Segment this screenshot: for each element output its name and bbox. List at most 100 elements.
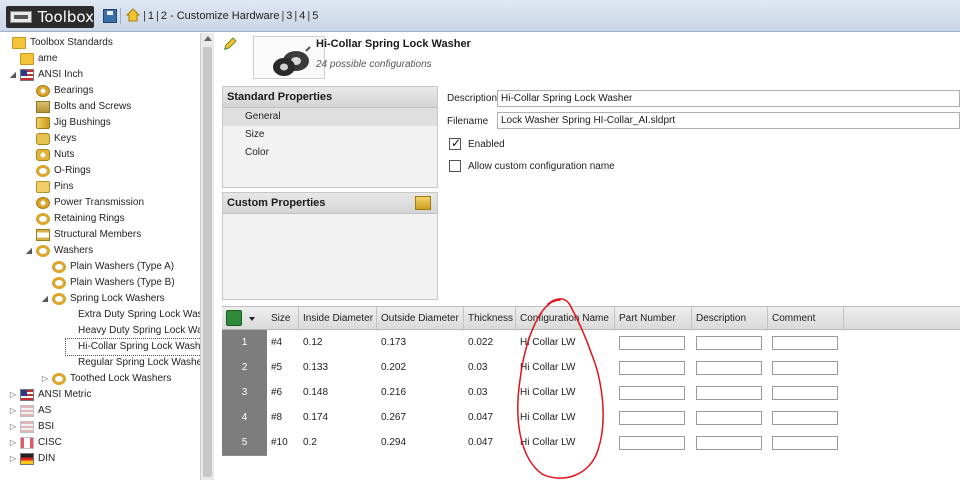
grid-menu-dropdown-icon[interactable] (249, 317, 255, 321)
row-number[interactable]: 2 (222, 355, 267, 381)
tree-item-hi-collar-spring-lock-washer[interactable]: Hi-Collar Spring Lock Washer (64, 338, 211, 356)
tree-item-ame[interactable]: ame (8, 51, 57, 67)
row-number[interactable]: 1 (222, 330, 267, 356)
tree-item-as[interactable]: ▷ AS (8, 403, 51, 419)
tree-item-din[interactable]: ▷ DIN (8, 451, 55, 467)
col-comment[interactable]: Comment (768, 307, 844, 331)
flag-us-icon (20, 69, 34, 81)
tree-item-bsi[interactable]: ▷ BSI (8, 419, 54, 435)
tree-item-structural-members[interactable]: Structural Members (24, 227, 141, 243)
flag-de-icon (20, 453, 34, 465)
tree-item-pins[interactable]: Pins (24, 179, 73, 195)
cell-size: #10 (271, 437, 288, 448)
tree-item-ansi-inch[interactable]: ◢ ANSI Inch (8, 67, 83, 83)
tree-item-toolbox-standards[interactable]: Toolbox Standards (0, 35, 113, 51)
comment-input[interactable] (772, 386, 838, 400)
tree-item-washers[interactable]: ◢ Washers (24, 243, 93, 259)
description-input[interactable] (696, 361, 762, 375)
table-row[interactable]: 4 #8 0.174 0.267 0.047 Hi Collar LW (222, 405, 960, 431)
part-number-input[interactable] (619, 386, 685, 400)
tree-item-keys[interactable]: Keys (24, 131, 76, 147)
comment-input[interactable] (772, 336, 838, 350)
description-input[interactable] (696, 436, 762, 450)
comment-input[interactable] (772, 411, 838, 425)
tree-item-retaining-rings[interactable]: Retaining Rings (24, 211, 125, 227)
excel-export-icon[interactable] (226, 310, 242, 326)
tree-item-spring-lock-washers[interactable]: ◢ Spring Lock Washers (40, 291, 165, 307)
scroll-up-icon[interactable] (204, 36, 212, 41)
col-outside-diameter[interactable]: Outside Diameter (377, 307, 464, 331)
table-row[interactable]: 1 #4 0.12 0.173 0.022 Hi Collar LW (222, 330, 960, 356)
property-size[interactable]: Size (223, 126, 437, 144)
step-2[interactable]: 2 - Customize Hardware (160, 10, 281, 22)
col-part-number[interactable]: Part Number (615, 307, 692, 331)
description-input[interactable] (696, 386, 762, 400)
tree-item-regular-spring-lock-washer[interactable]: Regular Spring Lock Washer (66, 355, 205, 371)
tree-item-plain-washers-type-b[interactable]: Plain Washers (Type B) (40, 275, 175, 291)
tree-item-o-rings[interactable]: O-Rings (24, 163, 91, 179)
expander-icon[interactable]: ▷ (8, 419, 18, 435)
expander-icon[interactable]: ▷ (8, 451, 18, 467)
cell-size: #6 (271, 387, 283, 398)
table-row[interactable]: 5 #10 0.2 0.294 0.047 Hi Collar LW (222, 430, 960, 456)
comment-input[interactable] (772, 361, 838, 375)
tree-item-heavy-duty-spring-lock-wasl[interactable]: Heavy Duty Spring Lock Wasl (66, 323, 210, 339)
scroll-thumb[interactable] (203, 47, 212, 477)
table-row[interactable]: 3 #6 0.148 0.216 0.03 Hi Collar LW (222, 380, 960, 406)
part-number-input[interactable] (619, 336, 685, 350)
part-number-input[interactable] (619, 411, 685, 425)
col-configuration-name[interactable]: Configuration Name (516, 307, 615, 331)
expander-icon[interactable]: ▷ (8, 403, 18, 419)
property-general[interactable]: General (223, 108, 437, 126)
tree-item-jig-bushings[interactable]: Jig Bushings (24, 115, 111, 131)
col-size[interactable]: Size (267, 307, 299, 331)
add-custom-property-icon[interactable] (415, 196, 431, 210)
step-breadcrumb: | 1 | 2 - Customize Hardware | 3 | 4 | 5 (143, 10, 319, 22)
standard-properties-header: Standard Properties (223, 87, 437, 108)
tree-item-extra-duty-spring-lock-washe[interactable]: Extra Duty Spring Lock Washe (66, 307, 214, 323)
part-number-input[interactable] (619, 436, 685, 450)
tree-item-toothed-lock-washers[interactable]: ▷ Toothed Lock Washers (40, 371, 171, 387)
tree-item-nuts[interactable]: Nuts (24, 147, 75, 163)
tree-item-bolts-and-screws[interactable]: Bolts and Screws (24, 99, 131, 115)
description-input[interactable] (696, 336, 762, 350)
col-description[interactable]: Description (692, 307, 768, 331)
tree-item-power-transmission[interactable]: Power Transmission (24, 195, 144, 211)
tree-item-plain-washers-type-a[interactable]: Plain Washers (Type A) (40, 259, 174, 275)
col-inside-diameter[interactable]: Inside Diameter (299, 307, 377, 331)
expander-icon[interactable]: ▷ (8, 435, 18, 451)
step-1[interactable]: 1 (147, 10, 155, 22)
tree-item-label: Structural Members (54, 229, 142, 240)
part-number-input[interactable] (619, 361, 685, 375)
washer-icon (52, 373, 66, 385)
edit-part-icon[interactable] (223, 37, 237, 51)
step-5[interactable]: 5 (311, 10, 319, 22)
table-row[interactable]: 2 #5 0.133 0.202 0.03 Hi Collar LW (222, 355, 960, 381)
row-number[interactable]: 4 (222, 405, 267, 431)
home-icon[interactable] (126, 8, 140, 22)
washer-icon (36, 245, 50, 257)
expander-icon[interactable]: ▷ (40, 371, 50, 387)
filename-field[interactable]: Lock Washer Spring HI-Collar_AI.sldprt (497, 112, 960, 129)
description-input[interactable] (696, 411, 762, 425)
expander-icon[interactable]: ◢ (40, 291, 50, 307)
washer-icon (52, 293, 66, 305)
save-icon[interactable] (103, 9, 117, 23)
property-color[interactable]: Color (223, 144, 437, 162)
tree-scrollbar[interactable] (200, 33, 214, 480)
tree-item-cisc[interactable]: ▷ CISC (8, 435, 62, 451)
expander-icon[interactable]: ◢ (8, 67, 18, 83)
allow-custom-name-checkbox[interactable] (449, 160, 461, 172)
description-field[interactable]: Hi-Collar Spring Lock Washer (497, 90, 960, 107)
row-number[interactable]: 5 (222, 430, 267, 456)
tree-item-bearings[interactable]: Bearings (24, 83, 93, 99)
row-number[interactable]: 3 (222, 380, 267, 406)
comment-input[interactable] (772, 436, 838, 450)
tree-item-ansi-metric[interactable]: ▷ ANSI Metric (8, 387, 91, 403)
expander-icon[interactable]: ▷ (8, 387, 18, 403)
tree-item-label: Heavy Duty Spring Lock Wasl (78, 325, 210, 336)
enabled-checkbox[interactable] (449, 136, 461, 150)
cell-inside: 0.148 (303, 387, 329, 398)
expander-icon[interactable]: ◢ (24, 243, 34, 259)
col-thickness[interactable]: Thickness (464, 307, 516, 331)
